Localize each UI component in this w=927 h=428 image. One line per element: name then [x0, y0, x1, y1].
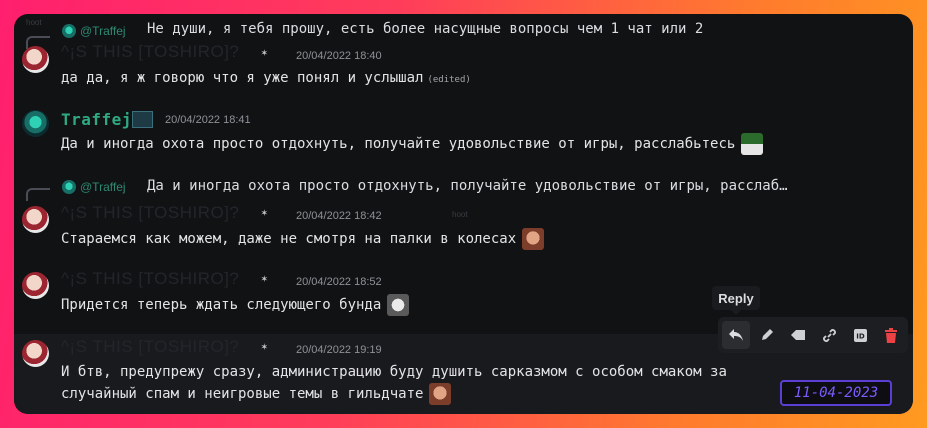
timestamp: 20/04/2022 18:40 — [296, 50, 382, 62]
avatar[interactable] — [22, 340, 49, 367]
frog-emoji-icon — [741, 133, 764, 155]
faint-label: hoot — [26, 18, 42, 27]
message-content: Стараемся как можем, даже не смотря на п… — [61, 228, 545, 250]
cat-emoji-icon — [387, 294, 410, 316]
reply-tooltip: Reply — [712, 286, 760, 315]
author-name[interactable]: ^¡S THIS [TOSHIRO]? — [61, 337, 239, 357]
avatar[interactable] — [22, 206, 49, 233]
role-icon: ✶ — [261, 272, 268, 285]
timestamp: 20/04/2022 19:19 — [296, 344, 382, 356]
role-badge-icon — [132, 111, 153, 128]
role-icon: ✶ — [261, 206, 268, 219]
reply-connector — [26, 188, 50, 201]
message-content: случайный спам и неигровые темы в гильдч… — [61, 383, 452, 405]
message-text-line: И бтв, предупрежу сразу, администрацию б… — [61, 364, 727, 380]
avatar[interactable] — [22, 272, 49, 299]
face-emoji-icon — [522, 228, 545, 250]
svg-text:ID: ID — [856, 332, 865, 340]
chat-window: hoot @Traffej Не души, я тебя прошу, ест… — [14, 14, 913, 414]
faint-label: hoot — [452, 210, 468, 219]
message-actions-toolbar: ID — [718, 317, 908, 353]
edited-label: (edited) — [427, 75, 471, 85]
message-text: Да и иногда охота просто отдохнуть, полу… — [61, 136, 736, 152]
avatar[interactable] — [22, 110, 49, 137]
edit-icon[interactable] — [753, 321, 781, 349]
reply-preview[interactable]: Да и иногда охота просто отдохнуть, полу… — [147, 178, 788, 194]
author-name[interactable]: ^¡S THIS [TOSHIRO]? — [61, 42, 239, 62]
role-icon: ✶ — [261, 340, 268, 353]
reply-avatar — [62, 180, 76, 194]
role-icon: ✶ — [261, 46, 268, 59]
tag-icon[interactable] — [784, 321, 812, 349]
message-content: Да и иногда охота просто отдохнуть, полу… — [61, 133, 764, 155]
timestamp: 20/04/2022 18:52 — [296, 276, 382, 288]
face-emoji-icon — [429, 383, 452, 405]
message-text-line: случайный спам и неигровые темы в гильдч… — [61, 386, 424, 402]
message-text: да да, я ж говорю что я уже понял и услы… — [61, 70, 424, 86]
reply-avatar — [62, 24, 76, 38]
avatar[interactable] — [22, 46, 49, 73]
author-name[interactable]: ^¡S THIS [TOSHIRO]? — [61, 203, 239, 223]
reply-icon[interactable] — [722, 321, 750, 349]
date-watermark: 11-04-2023 — [780, 380, 892, 406]
author-name[interactable]: Traffej — [61, 110, 132, 129]
link-icon[interactable] — [815, 321, 843, 349]
message-content: да да, я ж говорю что я уже понял и услы… — [61, 67, 471, 91]
reply-author[interactable]: @Traffej — [80, 24, 126, 38]
id-icon[interactable]: ID — [846, 321, 874, 349]
trash-icon[interactable] — [877, 321, 905, 349]
message-text: Придется теперь ждать следующего бунда — [61, 297, 382, 313]
timestamp: 20/04/2022 18:42 — [296, 210, 382, 222]
message-content: Придется теперь ждать следующего бунда — [61, 294, 410, 316]
author-name[interactable]: ^¡S THIS [TOSHIRO]? — [61, 269, 239, 289]
timestamp: 20/04/2022 18:41 — [165, 114, 251, 126]
reply-author[interactable]: @Traffej — [80, 180, 126, 194]
message-text: Стараемся как можем, даже не смотря на п… — [61, 231, 517, 247]
reply-preview[interactable]: Не души, я тебя прошу, есть более насущн… — [147, 21, 703, 37]
